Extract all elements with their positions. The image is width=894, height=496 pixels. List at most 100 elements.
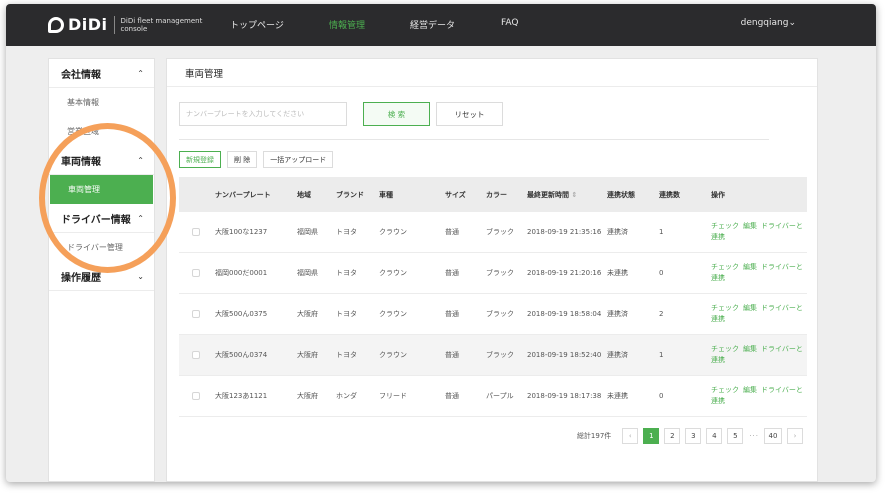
reset-button[interactable]: リセット [436, 102, 503, 126]
plate-search-input[interactable] [179, 102, 347, 126]
edit-link[interactable]: 編集 [743, 345, 757, 353]
plate-cell: 大阪500ん0375 [215, 310, 268, 318]
link-status-cell: 未連携 [607, 392, 628, 400]
chevron-down-icon: ⌄ [137, 271, 144, 281]
row-actions: チェック 編集 ドライバーと連携 [711, 262, 803, 284]
size-cell: 普通 [445, 269, 459, 277]
top-navbar: DiDi DiDi fleet management console トップペー… [6, 4, 876, 46]
page-title: 車両管理 [167, 59, 817, 87]
row-actions: チェック 編集 ドライバーと連携 [711, 303, 803, 325]
row-checkbox[interactable] [192, 310, 200, 318]
row-checkbox[interactable] [192, 351, 200, 359]
link-count-cell: 2 [659, 310, 664, 318]
link-count-cell: 1 [659, 351, 664, 359]
page-button-last[interactable]: 40 [764, 428, 782, 444]
sidebar-group-history[interactable]: 操作履歴 ⌄ [49, 262, 154, 291]
check-link[interactable]: チェック [711, 304, 739, 312]
sidebar-item-label: ドライバー管理 [67, 243, 123, 252]
page-button-4[interactable]: 4 [706, 428, 723, 444]
link-status-cell: 連携済 [607, 310, 628, 318]
page-button-1[interactable]: 1 [643, 428, 660, 444]
delete-button[interactable]: 削 除 [227, 151, 258, 168]
row-checkbox[interactable] [192, 392, 200, 400]
row-actions: チェック 編集 ドライバーと連携 [711, 385, 803, 407]
nav-item-info-management[interactable]: 情報管理 [329, 18, 365, 31]
table-header: ナンバープレート 地域 ブランド 車種 サイズ カラー 最終更新時間 ⇕ 連携状… [179, 177, 807, 212]
more-pages-ellipsis[interactable]: ··· [749, 432, 759, 440]
table-row: 大阪500ん0375 大阪府 トヨタ クラウン 普通 ブラック 2018-09-… [179, 294, 807, 335]
bulk-upload-button[interactable]: 一括アップロード [263, 151, 334, 168]
check-link[interactable]: チェック [711, 263, 739, 271]
plate-cell: 大阪123あ1121 [215, 392, 268, 400]
column-header: 操作 [711, 190, 725, 199]
sort-icon: ⇕ [571, 190, 578, 199]
user-name: dengqiang [740, 18, 789, 28]
sidebar-group-label: 車両情報 [61, 156, 101, 168]
nav-item-top[interactable]: トップページ [230, 18, 284, 31]
page-button-5[interactable]: 5 [727, 428, 744, 444]
logo[interactable]: DiDi DiDi fleet management console [48, 15, 205, 34]
table-row: 大阪100な1237 福岡県 トヨタ クラウン 普通 ブラック 2018-09-… [179, 212, 807, 253]
edit-link[interactable]: 編集 [743, 304, 757, 312]
check-link[interactable]: チェック [711, 386, 739, 394]
chevron-up-icon: ⌃ [137, 68, 144, 78]
updated-cell: 2018-09-19 21:20:16 [527, 269, 602, 277]
edit-link[interactable]: 編集 [743, 263, 757, 271]
column-header-label: 最終更新時間 [527, 190, 569, 199]
chevron-up-icon: ⌃ [137, 213, 144, 223]
region-cell: 大阪府 [297, 310, 318, 318]
size-cell: 普通 [445, 351, 459, 359]
sidebar-group-company[interactable]: 会社情報 ⌃ [49, 59, 154, 88]
updated-cell: 2018-09-19 18:52:40 [527, 351, 602, 359]
edit-link[interactable]: 編集 [743, 386, 757, 394]
chevron-down-icon: ⌄ [788, 18, 796, 28]
row-checkbox[interactable] [192, 228, 200, 236]
column-header: サイズ [445, 190, 466, 199]
nav-item-business-data[interactable]: 経営データ [410, 18, 455, 31]
user-menu[interactable]: dengqiang⌄ [741, 18, 796, 28]
main-panel: 車両管理 検 索 リセット 新規登録 削 除 一括アップロード ナンバープレート… [166, 58, 818, 482]
sortable-column-header[interactable]: 最終更新時間 ⇕ [527, 190, 577, 200]
sidebar-group-label: 会社情報 [61, 69, 101, 81]
page-button-2[interactable]: 2 [664, 428, 681, 444]
prev-page-button[interactable]: ‹ [622, 428, 639, 444]
sidebar-item-basic-info[interactable]: 基本情報 [49, 88, 154, 117]
table-row: 大阪500ん0374 大阪府 トヨタ クラウン 普通 ブラック 2018-09-… [179, 335, 807, 376]
column-header: カラー [486, 190, 507, 199]
row-checkbox[interactable] [192, 269, 200, 277]
new-register-button[interactable]: 新規登録 [179, 151, 221, 168]
color-cell: パープル [486, 392, 514, 400]
search-button[interactable]: 検 索 [363, 102, 430, 126]
size-cell: 普通 [445, 228, 459, 236]
brand-cell: トヨタ [336, 351, 357, 359]
size-cell: 普通 [445, 310, 459, 318]
app-window: DiDi DiDi fleet management console トップペー… [6, 4, 876, 482]
sidebar-item-label: 基本情報 [67, 98, 99, 107]
row-actions: チェック 編集 ドライバーと連携 [711, 344, 803, 366]
sidebar-group-vehicle[interactable]: 車両情報 ⌃ [49, 146, 154, 175]
updated-cell: 2018-09-19 21:35:16 [527, 228, 602, 236]
nav-item-faq[interactable]: FAQ [501, 18, 518, 28]
total-count: 総計197件 [576, 432, 612, 440]
sidebar-item-business-area[interactable]: 営業区域 [49, 117, 154, 146]
check-link[interactable]: チェック [711, 222, 739, 230]
plate-cell: 大阪100な1237 [215, 228, 268, 236]
column-header: ブランド [336, 190, 364, 199]
edit-link[interactable]: 編集 [743, 222, 757, 230]
sidebar-group-driver[interactable]: ドライバー情報 ⌃ [49, 204, 154, 233]
plate-cell: 福岡000だ0001 [215, 269, 268, 277]
region-cell: 福岡県 [297, 228, 318, 236]
sidebar-item-driver-management[interactable]: ドライバー管理 [49, 233, 154, 262]
brand-cell: ホンダ [336, 392, 357, 400]
sidebar-item-vehicle-management[interactable]: 車両管理 [50, 175, 153, 204]
color-cell: ブラック [486, 351, 514, 359]
page-button-3[interactable]: 3 [685, 428, 702, 444]
action-toolbar: 新規登録 削 除 一括アップロード [179, 151, 339, 168]
updated-cell: 2018-09-19 18:58:04 [527, 310, 602, 318]
check-link[interactable]: チェック [711, 345, 739, 353]
chevron-up-icon: ⌃ [137, 155, 144, 165]
next-page-button[interactable]: › [787, 428, 803, 444]
link-count-cell: 1 [659, 228, 664, 236]
plate-cell: 大阪500ん0374 [215, 351, 268, 359]
table-row: 福岡000だ0001 福岡県 トヨタ クラウン 普通 ブラック 2018-09-… [179, 253, 807, 294]
